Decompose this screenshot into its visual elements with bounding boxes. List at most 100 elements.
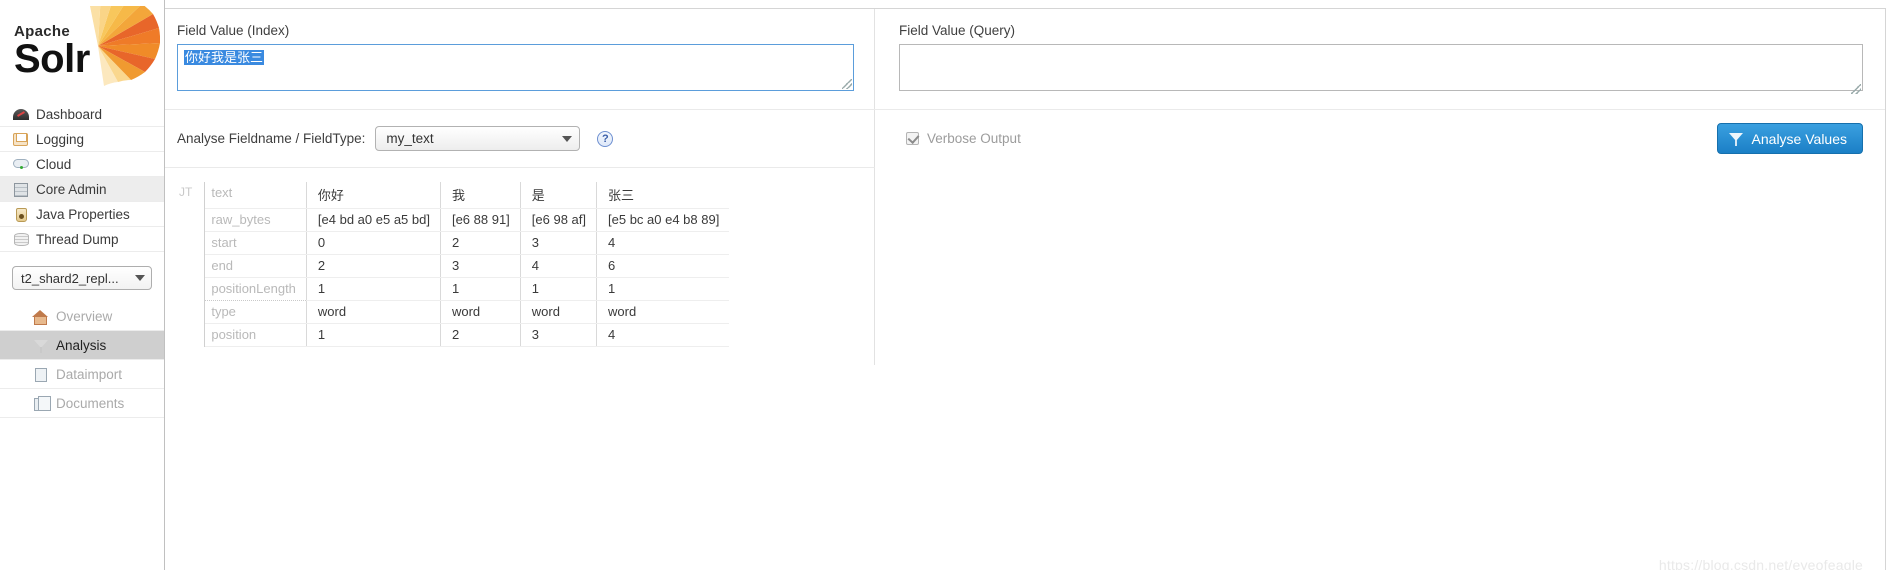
token-cell: 4 <box>596 231 730 255</box>
analyse-values-button[interactable]: Analyse Values <box>1716 123 1863 154</box>
table-row: end 2 3 4 6 <box>173 254 730 278</box>
solr-logo[interactable]: Apache Solr <box>0 0 164 100</box>
token-cell: 你好 <box>305 182 441 209</box>
table-row: start 0 2 3 4 <box>173 231 730 255</box>
token-cell: 张三 <box>596 182 730 209</box>
sidebar-item-dashboard[interactable]: Dashboard <box>0 102 164 127</box>
index-textarea-wrap: 你好我是张三 <box>177 44 854 91</box>
table-row: JT text 你好 我 是 张三 <box>173 182 730 347</box>
query-textarea[interactable] <box>899 44 1863 91</box>
textarea-resize-handle[interactable] <box>842 79 852 89</box>
sidebar-item-label: Java Properties <box>36 206 130 222</box>
table-row: position 1 2 3 4 <box>173 323 730 347</box>
solr-admin-window: Apache Solr Dashboard Logging Cloud Core… <box>0 0 1894 570</box>
analyse-fieldtype-label: Analyse Fieldname / FieldType: <box>177 131 366 146</box>
token-cell: 1 <box>439 277 521 301</box>
index-field-label: Field Value (Index) <box>177 23 290 38</box>
sidebar-item-analysis[interactable]: Analysis <box>0 331 164 360</box>
dashboard-icon <box>12 106 34 122</box>
token-cell: 3 <box>439 254 521 278</box>
token-cell: 是 <box>519 182 597 209</box>
table-row: type word word word word <box>173 300 730 324</box>
controls-right: Verbose Output Analyse Values <box>875 110 1885 167</box>
token-cell: 4 <box>519 254 597 278</box>
chevron-down-icon <box>562 135 573 142</box>
watermark: https://blog.csdn.net/eyeofeagle <box>1658 557 1863 570</box>
token-cell: [e6 88 91] <box>439 208 521 232</box>
primary-nav: Dashboard Logging Cloud Core Admin Java … <box>0 102 164 252</box>
controls-left: Analyse Fieldname / FieldType: my_text ? <box>165 110 875 167</box>
dataimport-icon <box>32 366 54 382</box>
index-panel: Field Value (Index) 你好我是张三 <box>165 9 875 109</box>
analyse-values-button-label: Analyse Values <box>1751 130 1847 147</box>
sidebar-item-java-properties[interactable]: Java Properties <box>0 202 164 227</box>
verbose-output-label: Verbose Output <box>927 131 1021 146</box>
fieldtype-select-value: my_text <box>386 131 434 146</box>
token-cell: word <box>439 300 521 324</box>
sidebar-item-label: Documents <box>56 395 125 411</box>
token-cell: 0 <box>305 231 441 255</box>
token-cell: [e6 98 af] <box>519 208 597 232</box>
cloud-icon <box>12 156 34 172</box>
field-value-row: Field Value (Index) 你好我是张三 Field Value (… <box>165 9 1885 109</box>
sidebar-item-label: Dataimport <box>56 366 123 382</box>
token-cell: word <box>519 300 597 324</box>
token-cell: word <box>305 300 441 324</box>
sidebar-item-documents[interactable]: Documents <box>0 389 164 418</box>
core-admin-icon <box>12 181 34 197</box>
token-cell: 3 <box>519 323 597 347</box>
help-question-icon[interactable]: ? <box>597 130 614 147</box>
sidebar-item-cloud[interactable]: Cloud <box>0 152 164 177</box>
row-key: text <box>204 182 307 209</box>
token-cell: 1 <box>305 323 441 347</box>
query-field-label: Field Value (Query) <box>899 23 1016 38</box>
row-key: start <box>204 231 307 255</box>
verbose-output-checkbox[interactable] <box>906 132 919 145</box>
logo-wordmark: Apache Solr <box>14 24 90 79</box>
sidebar: Apache Solr Dashboard Logging Cloud Core… <box>0 0 165 570</box>
row-key: position <box>204 323 307 347</box>
row-key: type <box>204 300 307 324</box>
token-cell: 4 <box>596 323 730 347</box>
row-key: end <box>204 254 307 278</box>
analyzer-label: JT <box>173 182 206 347</box>
sidebar-item-thread-dump[interactable]: Thread Dump <box>0 227 164 252</box>
analysis-panel: Field Value (Index) 你好我是张三 Field Value (… <box>165 8 1886 570</box>
funnel-icon <box>32 337 54 353</box>
sidebar-item-label: Core Admin <box>36 181 107 197</box>
sidebar-item-label: Logging <box>36 131 85 147</box>
sidebar-item-dataimport[interactable]: Dataimport <box>0 360 164 389</box>
analysis-table: JT text 你好 我 是 张三 raw_bytes [e4 bd a0 e5… <box>173 182 730 347</box>
sidebar-item-logging[interactable]: Logging <box>0 127 164 152</box>
index-textarea[interactable]: 你好我是张三 <box>177 44 854 91</box>
textarea-resize-handle[interactable] <box>1851 84 1861 94</box>
sidebar-item-label: Dashboard <box>36 106 103 122</box>
index-textarea-value: 你好我是张三 <box>184 50 265 65</box>
token-cell: [e4 bd a0 e5 a5 bd] <box>305 208 441 232</box>
fieldtype-select[interactable]: my_text <box>375 126 581 151</box>
verbose-output-toggle[interactable]: Verbose Output <box>906 131 1021 146</box>
core-nav: Overview Analysis Dataimport Documents <box>0 302 164 418</box>
row-key: positionLength <box>204 277 307 301</box>
token-cell: 2 <box>439 231 521 255</box>
java-properties-icon <box>12 206 34 222</box>
sidebar-item-label: Cloud <box>36 156 72 172</box>
sidebar-item-label: Overview <box>56 308 113 324</box>
sidebar-item-label: Thread Dump <box>36 231 119 247</box>
table-row: positionLength 1 1 1 1 <box>173 277 730 301</box>
analysis-results: JT text 你好 我 是 张三 raw_bytes [e4 bd a0 e5… <box>165 167 875 365</box>
token-cell: [e5 bc a0 e4 b8 89] <box>596 208 730 232</box>
token-cell: 2 <box>305 254 441 278</box>
token-cell: 6 <box>596 254 730 278</box>
sidebar-item-core-admin[interactable]: Core Admin <box>0 177 164 202</box>
sidebar-item-overview[interactable]: Overview <box>0 302 164 331</box>
thread-dump-icon <box>12 231 34 247</box>
token-cell: 3 <box>519 231 597 255</box>
chevron-down-icon <box>135 275 145 281</box>
token-cell: word <box>596 300 730 324</box>
core-selector[interactable]: t2_shard2_repl... <box>12 266 152 290</box>
core-selector-value: t2_shard2_repl... <box>21 270 119 286</box>
token-cell: 1 <box>596 277 730 301</box>
funnel-icon <box>1728 132 1743 146</box>
sidebar-item-label: Analysis <box>56 337 107 353</box>
